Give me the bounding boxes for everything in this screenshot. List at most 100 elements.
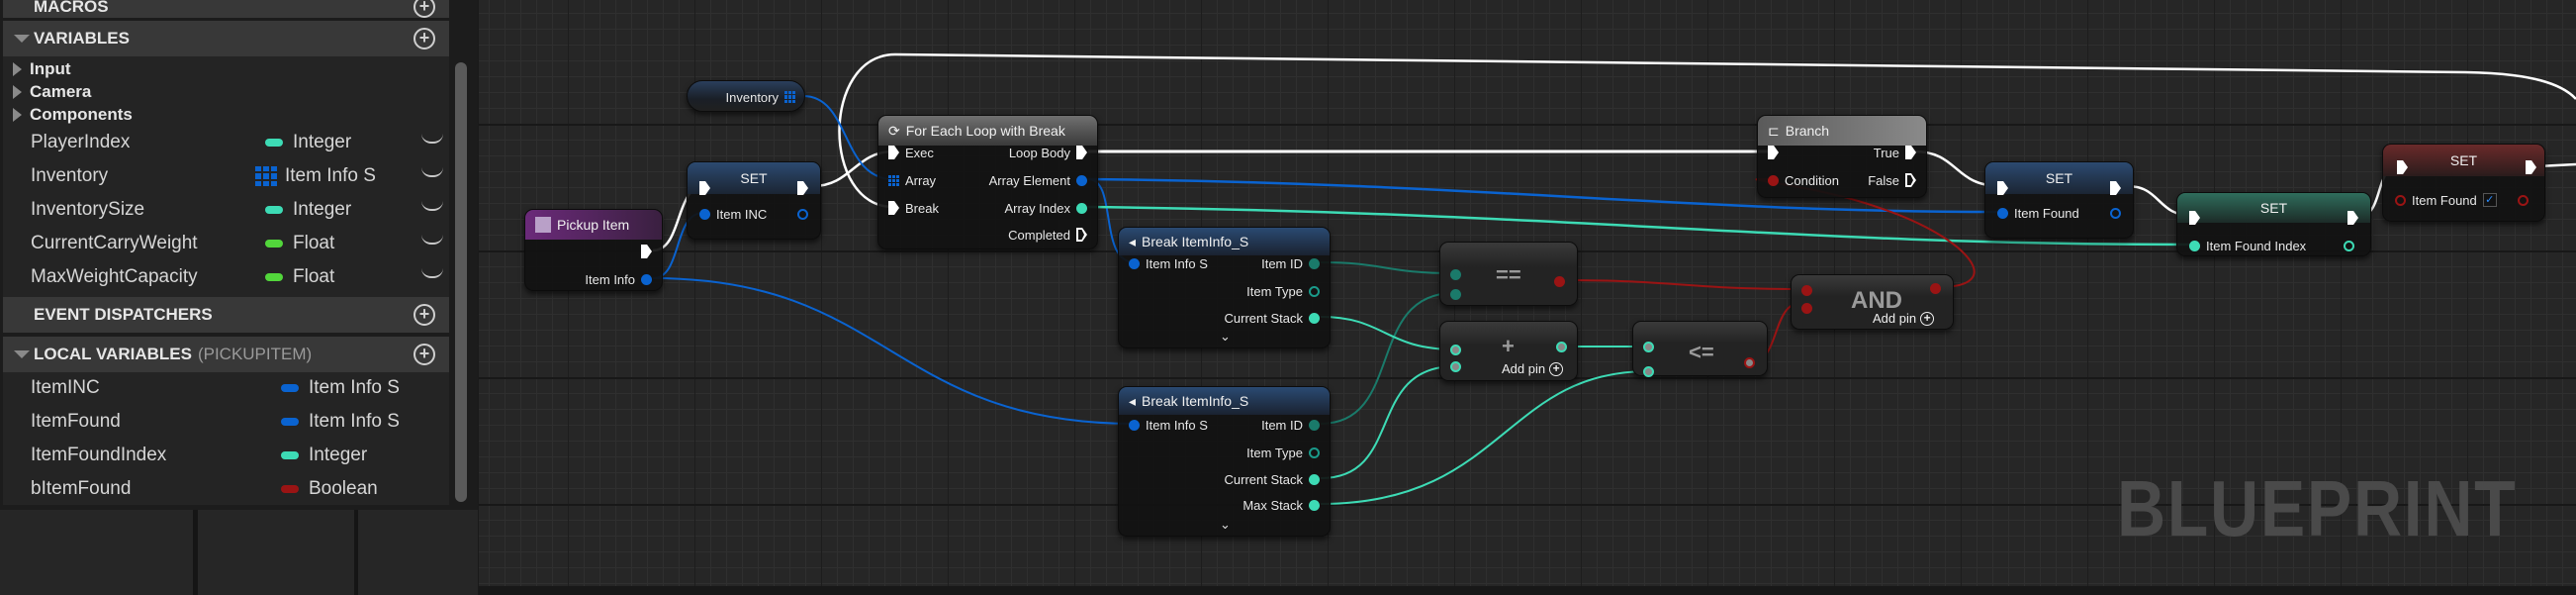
variable-item[interactable]: Inventory — [31, 165, 108, 187]
local-variable-item[interactable]: bItemFound — [31, 478, 131, 500]
inventory-getter-node[interactable]: Inventory — [687, 80, 805, 112]
variable-item[interactable]: MaxWeightCapacity — [31, 266, 198, 288]
item-inc-pin[interactable] — [699, 208, 710, 220]
item-type-pin[interactable] — [1309, 446, 1320, 458]
add-node[interactable]: + Add pin + — [1439, 321, 1578, 381]
category-input[interactable]: Input — [13, 59, 71, 79]
set-b-item-found-node[interactable]: SET Item Found ✓ — [2382, 144, 2545, 222]
item-info-s-pin[interactable] — [1129, 419, 1140, 431]
exec-in-pin[interactable] — [2397, 160, 2408, 174]
add-macro-icon[interactable]: + — [414, 0, 435, 18]
add-b-pin[interactable] — [1450, 361, 1461, 372]
sidebar-scrollbar[interactable] — [455, 62, 467, 502]
variable-item[interactable]: PlayerIndex — [31, 132, 130, 153]
variable-type[interactable]: Float — [265, 266, 334, 288]
item-found-checkbox[interactable]: ✓ — [2482, 193, 2497, 207]
add-pin-button[interactable]: Add pin + — [1502, 361, 1564, 376]
variable-type[interactable]: Item Info S — [255, 165, 376, 187]
branch-node[interactable]: ⊏ Branch Condition True False — [1757, 115, 1927, 198]
variable-type[interactable]: Boolean — [281, 478, 378, 500]
item-found-pin[interactable] — [1997, 207, 2008, 219]
exec-in-pin[interactable] — [888, 146, 899, 159]
add-event-dispatcher-icon[interactable]: + — [414, 304, 435, 326]
and-b-pin[interactable] — [1801, 303, 1812, 314]
and-a-pin[interactable] — [1801, 285, 1812, 296]
set-item-found-index-node[interactable]: SET Item Found Index — [2176, 192, 2371, 256]
expand-chevron-icon[interactable]: ⌄ — [1220, 517, 1231, 533]
add-variable-icon[interactable]: + — [414, 28, 435, 50]
exec-out-pin[interactable] — [2347, 211, 2358, 225]
equal-out-pin[interactable] — [1554, 276, 1565, 287]
variable-type[interactable]: Float — [265, 233, 334, 254]
exec-in-pin[interactable] — [2189, 211, 2200, 225]
break-item-info-node-1[interactable]: ◂ Break ItemInfo_S Item Info S Item ID It… — [1118, 227, 1331, 348]
loop-body-pin[interactable] — [1076, 146, 1087, 159]
add-local-variable-icon[interactable]: + — [414, 344, 435, 365]
add-out-pin[interactable] — [1556, 342, 1567, 352]
break-item-info-node-2[interactable]: ◂ Break ItemInfo_S Item Info S Item ID It… — [1118, 386, 1331, 537]
item-info-s-pin[interactable] — [1129, 257, 1140, 269]
current-stack-pin[interactable] — [1309, 312, 1320, 324]
item-found-out-pin[interactable] — [2518, 194, 2529, 206]
macros-section-header[interactable]: MACROS + — [3, 0, 449, 18]
collapse-arrow-icon[interactable] — [14, 350, 30, 358]
condition-pin[interactable] — [1768, 174, 1779, 186]
item-inc-out-pin[interactable] — [797, 208, 808, 220]
add-pin-button[interactable]: Add pin + — [1873, 311, 1935, 326]
item-info-pin[interactable] — [641, 273, 652, 285]
completed-pin[interactable] — [1076, 228, 1087, 242]
collapse-arrow-icon[interactable] — [14, 35, 30, 43]
exec-out-pin[interactable] — [797, 181, 808, 195]
item-id-pin[interactable] — [1309, 257, 1320, 269]
local-variable-item[interactable]: ItemINC — [31, 377, 100, 399]
item-type-pin[interactable] — [1309, 285, 1320, 297]
lte-out-pin[interactable] — [1744, 357, 1755, 368]
lte-a-pin[interactable] — [1643, 342, 1654, 352]
item-found-index-pin[interactable] — [2189, 240, 2200, 251]
equal-a-pin[interactable] — [1450, 269, 1461, 280]
exec-out-pin[interactable] — [641, 245, 652, 258]
category-camera[interactable]: Camera — [13, 82, 91, 102]
exec-out-pin[interactable] — [2110, 181, 2121, 195]
item-found-index-out-pin[interactable] — [2344, 240, 2354, 251]
array-element-pin[interactable] — [1076, 174, 1087, 186]
category-components[interactable]: Components — [13, 105, 133, 125]
item-found-pin[interactable] — [2395, 194, 2406, 206]
lte-b-pin[interactable] — [1643, 366, 1654, 377]
expand-chevron-icon[interactable]: ⌄ — [1220, 329, 1231, 345]
false-pin[interactable] — [1905, 173, 1916, 187]
item-id-pin[interactable] — [1309, 419, 1320, 431]
item-found-out-pin[interactable] — [2110, 207, 2121, 219]
add-a-pin[interactable] — [1450, 345, 1461, 355]
local-variable-item[interactable]: ItemFoundIndex — [31, 445, 166, 466]
array-pin-icon[interactable] — [888, 174, 899, 186]
variable-item[interactable]: CurrentCarryWeight — [31, 233, 198, 254]
pickup-item-event-node[interactable]: Pickup Item Item Info — [524, 209, 663, 291]
and-out-pin[interactable] — [1930, 283, 1941, 294]
current-stack-pin[interactable] — [1309, 473, 1320, 485]
variable-type[interactable]: Integer — [265, 132, 351, 153]
for-each-loop-with-break-node[interactable]: ⟳ For Each Loop with Break Exec Array Bre… — [877, 115, 1098, 249]
variable-type[interactable]: Integer — [281, 445, 367, 466]
exec-out-pin[interactable] — [2526, 160, 2536, 174]
variable-type[interactable]: Item Info S — [281, 411, 400, 433]
array-index-pin[interactable] — [1076, 202, 1087, 214]
variable-item[interactable]: InventorySize — [31, 199, 144, 221]
true-pin[interactable] — [1905, 146, 1916, 159]
max-stack-pin[interactable] — [1309, 499, 1320, 511]
array-pin-icon[interactable] — [784, 91, 796, 103]
exec-in-pin[interactable] — [1768, 146, 1779, 159]
local-variable-item[interactable]: ItemFound — [31, 411, 121, 433]
break-pin[interactable] — [888, 201, 899, 215]
equal-node[interactable]: == — [1439, 242, 1578, 306]
variable-type[interactable]: Integer — [265, 199, 351, 221]
exec-in-pin[interactable] — [1997, 181, 2008, 195]
and-node[interactable]: AND Add pin + — [1791, 274, 1954, 330]
variable-type[interactable]: Item Info S — [281, 377, 400, 399]
set-item-found-node[interactable]: SET Item Found — [1984, 161, 2134, 239]
local-variables-section-header[interactable]: LOCAL VARIABLES (PICKUPITEM) + — [3, 337, 449, 372]
event-dispatchers-section-header[interactable]: EVENT DISPATCHERS + — [3, 297, 449, 333]
set-item-inc-node[interactable]: SET Item INC — [687, 161, 821, 240]
variables-section-header[interactable]: VARIABLES + — [3, 21, 449, 56]
equal-b-pin[interactable] — [1450, 289, 1461, 300]
